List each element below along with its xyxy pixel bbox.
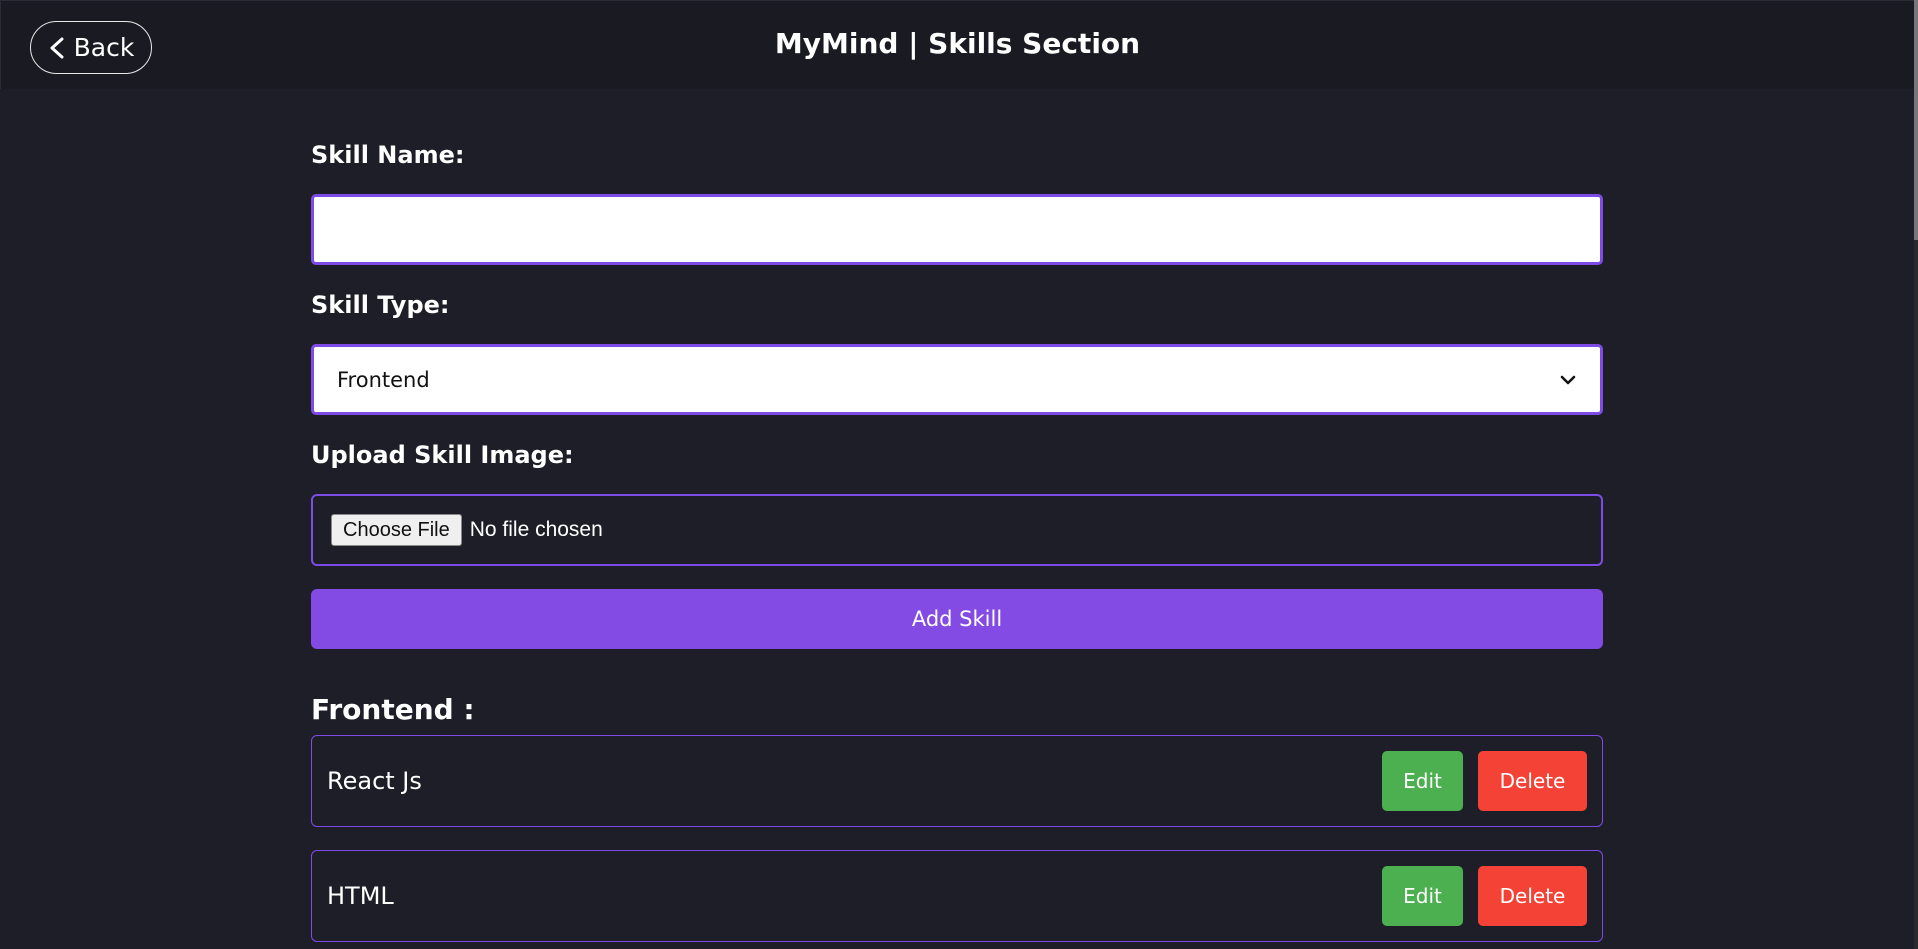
- edit-button[interactable]: Edit: [1382, 751, 1463, 811]
- skill-type-value: Frontend: [337, 367, 430, 392]
- skill-name: HTML: [327, 882, 394, 910]
- chevron-down-icon: [1560, 375, 1576, 384]
- skill-row: HTML Edit Delete: [311, 850, 1603, 942]
- skill-name: React Js: [327, 767, 422, 795]
- no-file-text: No file chosen: [469, 518, 603, 541]
- skill-row: React Js Edit Delete: [311, 735, 1603, 827]
- page-title: MyMind | Skills Section: [774, 27, 1141, 60]
- section-heading-frontend: Frontend :: [311, 693, 475, 726]
- upload-label: Upload Skill Image:: [311, 441, 574, 469]
- file-upload-field: Choose File No file chosen: [311, 494, 1603, 566]
- delete-button[interactable]: Delete: [1478, 751, 1587, 811]
- choose-file-button[interactable]: Choose File: [331, 514, 462, 546]
- page: Back MyMind | Skills Section Skill Name:…: [0, 0, 1918, 949]
- scrollbar-thumb[interactable]: [1914, 0, 1918, 240]
- skill-type-label: Skill Type:: [311, 291, 450, 319]
- skill-name-input[interactable]: [311, 194, 1603, 265]
- delete-button[interactable]: Delete: [1478, 866, 1587, 926]
- add-skill-button[interactable]: Add Skill: [311, 589, 1603, 649]
- scrollbar[interactable]: [1914, 0, 1918, 949]
- skill-type-select[interactable]: Frontend: [311, 344, 1603, 415]
- edit-button[interactable]: Edit: [1382, 866, 1463, 926]
- skill-name-label: Skill Name:: [311, 141, 465, 169]
- header: Back MyMind | Skills Section: [0, 0, 1914, 89]
